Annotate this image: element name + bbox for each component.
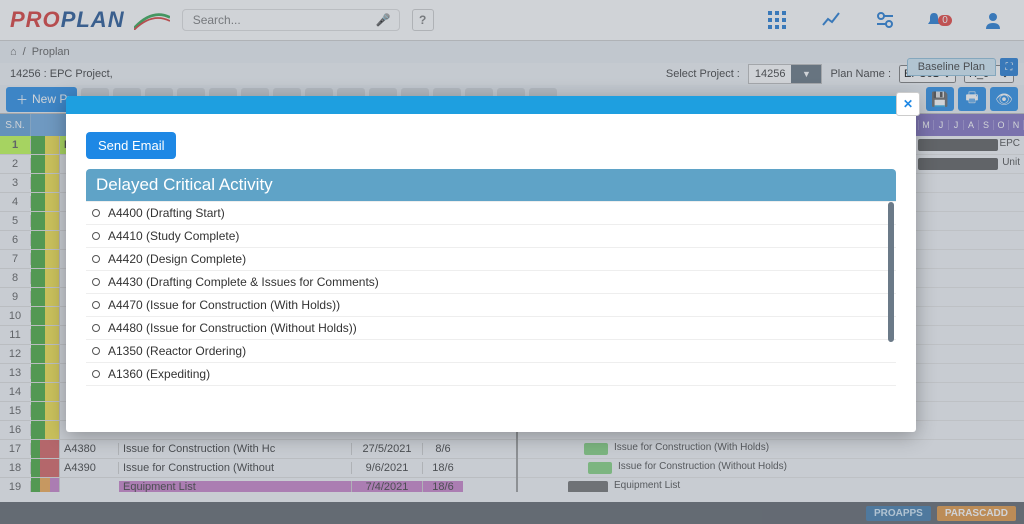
list-item[interactable]: A4480 (Issue for Construction (Without H… — [86, 317, 896, 340]
bullet-icon — [92, 255, 100, 263]
bullet-icon — [92, 301, 100, 309]
scrollbar-thumb[interactable] — [888, 202, 894, 342]
activity-list[interactable]: A4400 (Drafting Start) A4410 (Study Compl… — [86, 201, 896, 386]
list-item-label: A4400 (Drafting Start) — [108, 206, 225, 220]
list-item[interactable]: A4420 (Design Complete) — [86, 248, 896, 271]
section-title: Delayed Critical Activity — [86, 169, 896, 201]
app-root: PROPLAN 🎤 ? 0 ⌂ / Proplan 14 — [0, 0, 1024, 524]
bullet-icon — [92, 278, 100, 286]
modal-dialog: ✕ Send Email Delayed Critical Activity A… — [66, 96, 916, 432]
list-item-label: A4430 (Drafting Complete & Issues for Co… — [108, 275, 379, 289]
list-item[interactable]: A4410 (Study Complete) — [86, 225, 896, 248]
send-email-button[interactable]: Send Email — [86, 132, 176, 159]
list-item-label: A4420 (Design Complete) — [108, 252, 246, 266]
list-item-label: A4470 (Issue for Construction (With Hold… — [108, 298, 340, 312]
list-item[interactable]: A4470 (Issue for Construction (With Hold… — [86, 294, 896, 317]
list-item[interactable]: A4400 (Drafting Start) — [86, 202, 896, 225]
list-item-label: A1360 (Expediting) — [108, 367, 210, 381]
bullet-icon — [92, 370, 100, 378]
list-item-label: A1350 (Reactor Ordering) — [108, 344, 246, 358]
list-item[interactable]: A1350 (Reactor Ordering) — [86, 340, 896, 363]
list-item[interactable]: A4430 (Drafting Complete & Issues for Co… — [86, 271, 896, 294]
bullet-icon — [92, 347, 100, 355]
list-item[interactable]: A1360 (Expediting) — [86, 363, 896, 386]
bullet-icon — [92, 209, 100, 217]
bullet-icon — [92, 232, 100, 240]
modal-body: Send Email Delayed Critical Activity A44… — [66, 114, 916, 432]
bullet-icon — [92, 324, 100, 332]
close-icon[interactable]: ✕ — [896, 92, 920, 116]
modal-header: ✕ — [66, 96, 916, 114]
list-item-label: A4410 (Study Complete) — [108, 229, 239, 243]
list-item-label: A4480 (Issue for Construction (Without H… — [108, 321, 357, 335]
